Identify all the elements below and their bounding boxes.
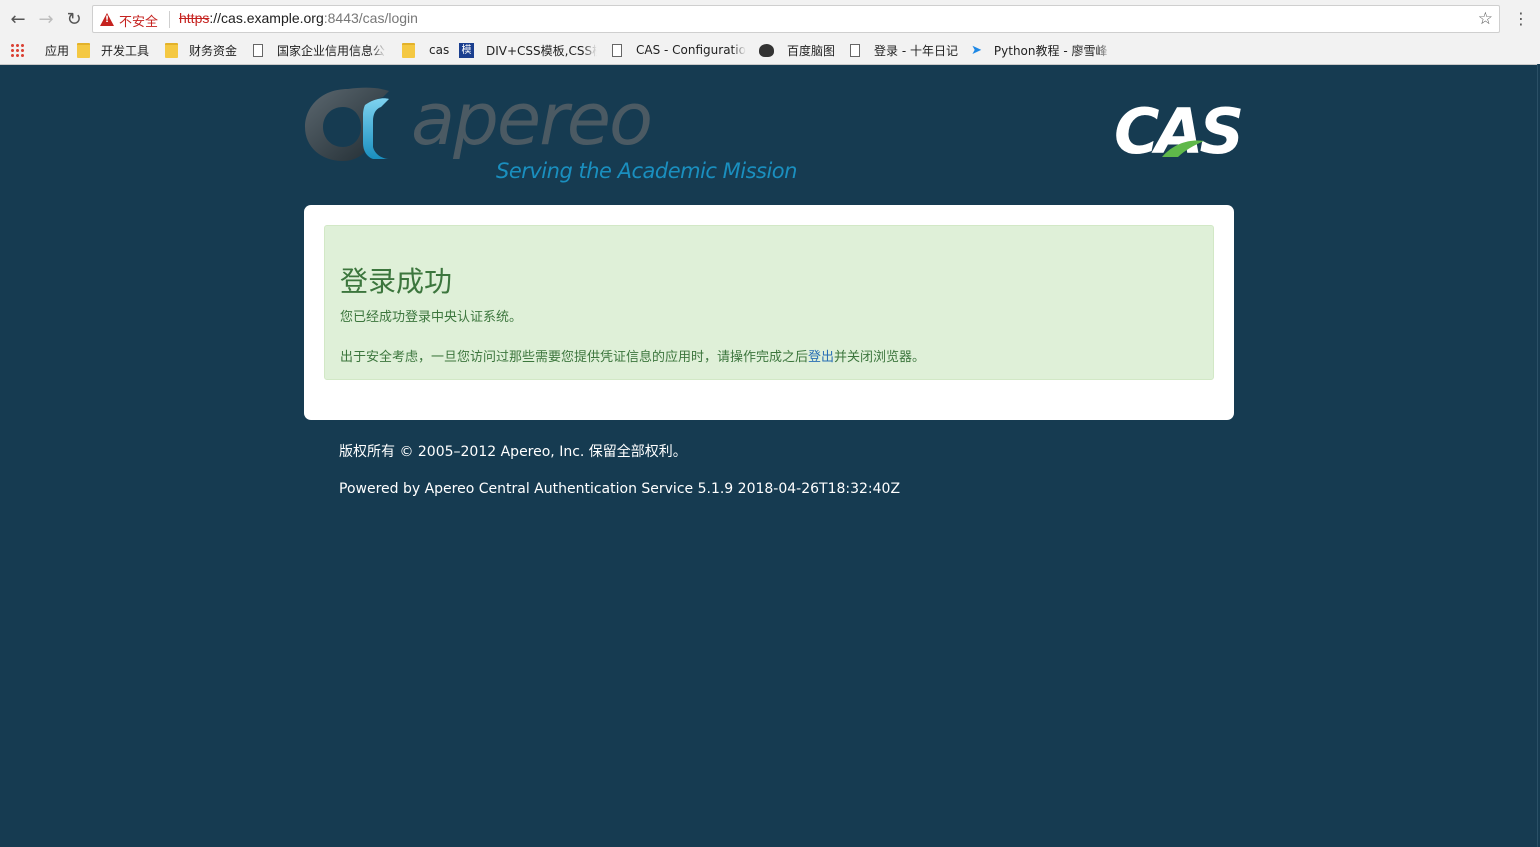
url-text[interactable]: https://cas.example.org:8443/cas/login [179,10,418,26]
bookmark-baidu-naotu[interactable]: 百度脑图 [759,41,835,59]
note-text-after: 并关闭浏览器。 [834,350,926,365]
browser-chrome: ← → ↻ 不安全 https://cas.example.org:8443/c… [0,0,1540,65]
note-text-before: 出于安全考虑，一旦您访问过那些需要您提供凭证信息的应用时，请操作完成之后 [340,350,809,365]
page-icon [612,43,622,57]
logout-link[interactable]: 登出 [808,350,834,365]
bookmark-label: 应用 [45,43,70,58]
bookmark-label: Python教程 - 廖雪峰 [993,43,1108,58]
folder-icon [165,42,178,58]
apereo-tagline: Serving the Academic Mission [496,159,797,183]
cas-leaf-icon [1162,140,1204,157]
success-alert: 登录成功 您已经成功登录中央认证系统。 出于安全考虑，一旦您访问过那些需要您提供… [324,225,1214,380]
bookmark-label: DIV+CSS模板,CSS模 [486,43,597,58]
bookmark-python-tutorial[interactable]: ➤ Python教程 - 廖雪峰 [971,41,1111,59]
template-site-icon: 模 [459,42,474,58]
bookmarks-bar: 应用 开发工具 财务资金 国家企业信用信息公 cas 模 DIV+CSS模板,C… [0,38,1540,62]
url-path: :8443/cas/login [323,10,418,26]
alert-message: 您已经成功登录中央认证系统。 [340,310,523,325]
apereo-mark-icon [305,87,389,161]
bookmark-star-icon[interactable]: ☆ [1478,9,1493,29]
apereo-wordmark: apereo [411,77,653,161]
back-arrow-icon[interactable]: ← [6,7,30,31]
folder-icon [77,42,90,58]
bookmark-apps[interactable]: 应用 [10,41,69,59]
bookmark-credit-info[interactable]: 国家企业信用信息公 [253,41,386,59]
owl-icon [759,43,774,57]
apps-grid-icon [10,43,24,57]
bookmark-label: 百度脑图 [787,43,836,58]
url-host: ://cas.example.org [209,10,324,26]
url-scheme: https [179,10,210,26]
forward-arrow-icon[interactable]: → [34,7,58,31]
address-bar[interactable]: 不安全 https://cas.example.org:8443/cas/log… [92,5,1500,33]
reload-icon[interactable]: ↻ [62,7,86,31]
bookmark-finance[interactable]: 财务资金 [165,41,237,59]
address-separator [169,11,170,28]
bookmark-cas-folder[interactable]: cas [402,41,449,59]
login-card: 登录成功 您已经成功登录中央认证系统。 出于安全考虑，一旦您访问过那些需要您提供… [304,205,1234,420]
page-icon [850,43,860,57]
alert-security-note: 出于安全考虑，一旦您访问过那些需要您提供凭证信息的应用时，请操作完成之后登出并关… [340,346,925,365]
rocket-icon: ➤ [971,42,982,58]
alert-title: 登录成功 [340,265,453,298]
bookmark-label: 开发工具 [101,43,150,58]
bookmark-cas-config[interactable]: CAS - Configuratio [612,41,746,59]
apereo-logo: apereo Serving the Academic Mission [303,77,797,185]
footer-copyright: 版权所有 © 2005–2012 Apereo, Inc. 保留全部权利。 [339,444,687,460]
bookmark-diary-login[interactable]: 登录 - 十年日记 [850,41,958,59]
browser-menu-icon[interactable]: ⋮ [1512,8,1530,30]
bookmark-label: 国家企业信用信息公 [277,43,386,58]
bookmark-label: cas [429,43,450,57]
security-label[interactable]: 不安全 [119,11,158,30]
bookmark-label: CAS - Configuratio [636,43,746,57]
bookmark-div-css[interactable]: 模 DIV+CSS模板,CSS模 [459,41,597,59]
folder-icon [402,42,415,58]
bookmark-dev-tools[interactable]: 开发工具 [77,41,149,59]
warning-triangle-icon[interactable] [100,13,114,26]
bookmark-label: 登录 - 十年日记 [874,43,958,58]
page-icon [253,43,263,57]
bookmark-label: 财务资金 [189,43,238,58]
footer-powered-by: Powered by Apereo Central Authentication… [339,481,901,497]
